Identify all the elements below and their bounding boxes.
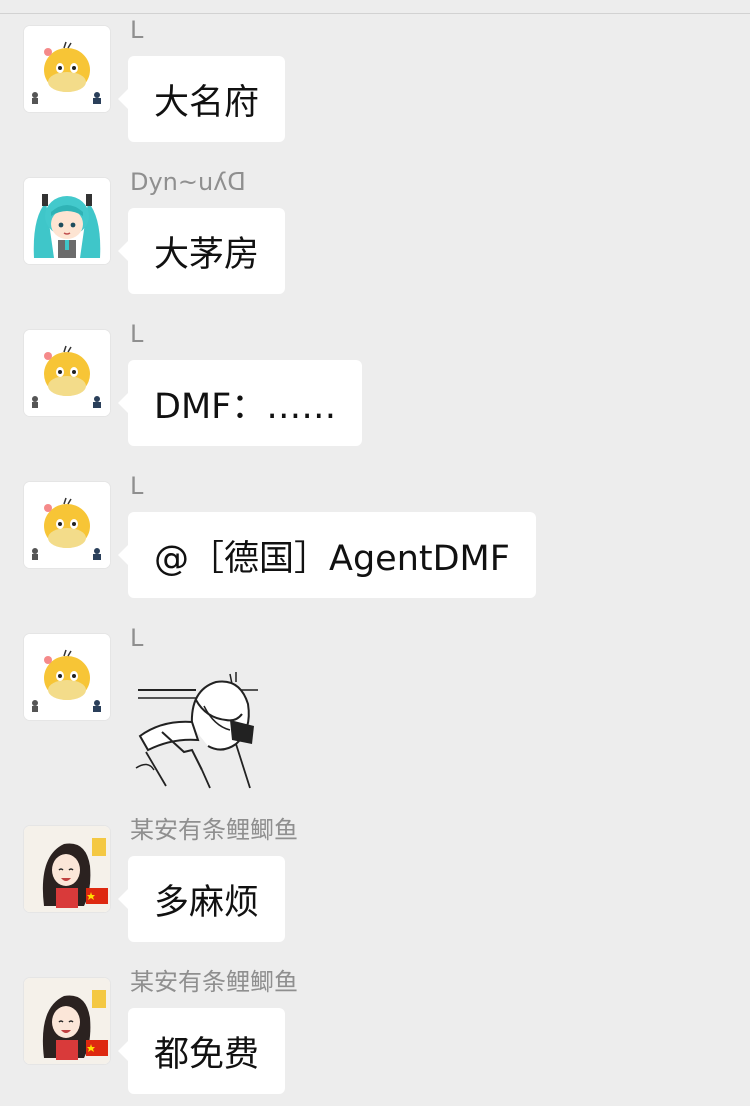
message-bubble[interactable]: 都免费 [117,1008,286,1094]
message-bubble[interactable]: @［德国］AgentDMF [118,512,536,598]
message-bubble[interactable]: DMF：…… [117,360,363,446]
message-bubble[interactable]: 大名府 [117,56,286,142]
miku-avatar-icon[interactable] [24,178,110,264]
chat-message-list[interactable]: L 大名府 Dyn~uʎᗡ 大茅房 L DMF：…… L @［德国］AgentD… [0,0,750,1106]
anime-girl-avatar-icon[interactable] [24,826,110,912]
facepalm-sticker-icon[interactable] [132,660,264,790]
sender-name: L [130,624,144,652]
message-text: 大名府 [154,82,260,123]
message-text: 大茅房 [154,234,260,275]
message-text: 多麻烦 [154,882,260,923]
sender-name: L [130,16,144,44]
message-text: @［德国］AgentDMF [154,538,510,579]
sender-name: 某安有条鲤鲫鱼 [130,968,298,996]
sender-name: Dyn~uʎᗡ [130,168,246,196]
message-text: 都免费 [154,1034,260,1075]
sender-name: L [130,472,144,500]
message-bubble[interactable]: 大茅房 [117,208,286,294]
message-bubble[interactable]: 多麻烦 [117,856,286,942]
psyduck-avatar-icon[interactable] [24,26,110,112]
anime-girl-avatar-icon[interactable] [24,978,110,1064]
sender-name: 某安有条鲤鲫鱼 [130,816,298,844]
sender-name: L [130,320,144,348]
psyduck-avatar-icon[interactable] [24,634,110,720]
psyduck-avatar-icon[interactable] [24,330,110,416]
message-text: DMF：…… [154,386,337,427]
psyduck-avatar-icon[interactable] [24,482,110,568]
